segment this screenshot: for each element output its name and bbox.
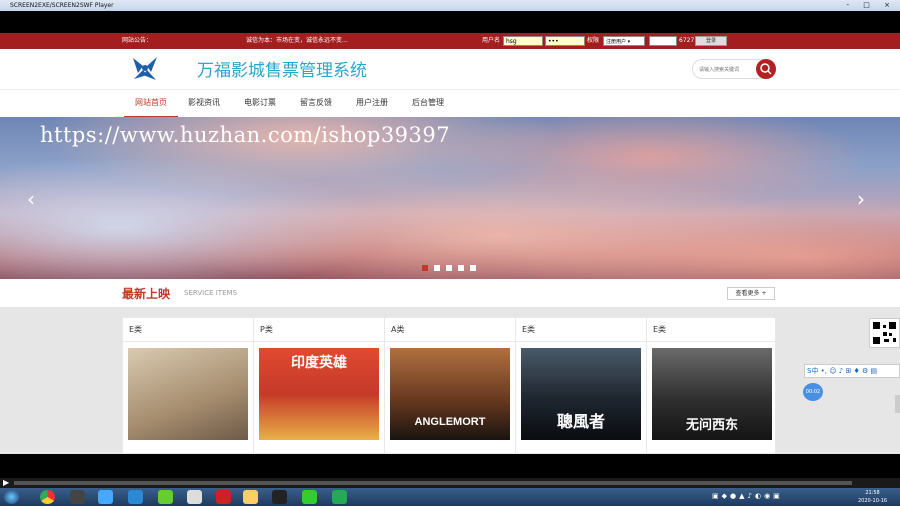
section-header: 最新上映 SERVICE ITEMS 查看更多 + [0,279,900,307]
nav-register[interactable]: 用户注册 [356,90,388,118]
player-title-bar: SCREEN2EXE/SCREEN2SWF Player - □ × [0,0,900,11]
app-icon[interactable] [332,490,347,504]
login-button[interactable]: 登录 [695,36,727,46]
watermark-text: https://www.huzhan.com/ishop39397 [40,123,451,147]
flash-icon[interactable] [216,490,231,504]
qr-code[interactable] [869,318,900,348]
password-input[interactable] [545,36,585,46]
clock-time: 21:58 [865,490,880,496]
logo-icon [133,57,157,80]
movie-card[interactable]: P类 印度英雄 [254,318,385,454]
movie-poster[interactable]: 印度英雄 [259,348,379,440]
username-label: 用户名 [482,37,501,44]
poster-title: 聰風者 [556,412,605,431]
movie-card[interactable]: E类 聰風者 [516,318,647,454]
nav-home[interactable]: 网站首页 [124,90,178,118]
notice-bar: 网站公告： 诚信为本：市场在变，诚信永远不变... 用户名 权限 注册用户 ▾ … [0,33,900,49]
player-controls: ▶ [0,478,900,488]
nav-booking[interactable]: 电影订票 [244,90,276,118]
banner-dot[interactable] [434,265,440,271]
website-viewport: 网站公告： 诚信为本：市场在变，诚信永远不变... 用户名 权限 注册用户 ▾ … [0,33,900,454]
ime-toolbar[interactable]: S中 •, ☺ ♪ ⊞ ♦ ⚙ ▤ [804,364,900,378]
poster-title: ANGLEMORT [414,416,486,428]
poster-title: 印度英雄 [291,355,347,371]
banner-dot[interactable] [458,265,464,271]
search-input[interactable] [699,64,755,75]
search-icon [760,63,772,75]
scrollbar[interactable] [895,395,900,413]
notice-scroll-text: 诚信为本：市场在变，诚信永远不变... [246,37,348,44]
main-nav: 网站首页 影视资讯 电影订票 留言反馈 用户注册 后台管理 [0,89,900,118]
movie-card[interactable]: E类 无问西东 [647,318,778,454]
banner-prev-button[interactable]: ‹ [27,187,35,211]
card-category: E类 [522,325,536,334]
qq-icon[interactable] [272,490,287,504]
movie-poster[interactable] [128,348,248,440]
wechat-icon[interactable] [302,490,317,504]
hero-banner: https://www.huzhan.com/ishop39397 ‹ › [0,117,900,279]
movie-poster[interactable]: ANGLEMORT [390,348,510,440]
banner-next-button[interactable]: › [857,187,865,211]
folder-icon[interactable] [243,490,258,504]
app-icon[interactable] [70,490,85,504]
banner-dot[interactable] [470,265,476,271]
username-input[interactable] [503,36,543,46]
chrome-icon[interactable] [40,490,55,504]
notice-label: 网站公告： [122,37,153,44]
card-category: P类 [260,325,273,334]
progress-track[interactable] [14,481,852,485]
section-subtitle: SERVICE ITEMS [184,289,237,297]
movie-card[interactable]: A类 ANGLEMORT [385,318,516,454]
captcha-input[interactable] [649,36,677,46]
nav-feedback[interactable]: 留言反馈 [300,90,332,118]
card-category: A类 [391,325,405,334]
start-icon[interactable] [4,490,19,504]
taskbar: ▣◆●▲♪◐◉▣ 21:58 2020-10-16 [0,488,900,506]
app-icon[interactable] [128,490,143,504]
section-title: 最新上映 [122,287,171,301]
movie-poster[interactable]: 聰風者 [521,348,641,440]
banner-dot[interactable] [446,265,452,271]
nav-news[interactable]: 影视资讯 [188,90,220,118]
banner-dot[interactable] [422,265,428,271]
poster-title: 无问西东 [685,418,738,433]
site-header: 万福影城售票管理系统 [0,49,900,89]
view-more-button[interactable]: 查看更多 + [727,287,775,300]
window-controls[interactable]: - □ × [847,0,896,11]
qr-code-icon [873,322,896,344]
movie-poster[interactable]: 无问西东 [652,348,772,440]
app-icon[interactable] [98,490,113,504]
movie-card[interactable]: E类 [123,318,254,454]
nav-admin[interactable]: 后台管理 [412,90,444,118]
role-select[interactable]: 注册用户 ▾ [603,36,645,46]
search-box [692,59,776,79]
play-icon[interactable]: ▶ [3,478,9,488]
app-icon[interactable] [187,490,202,504]
movie-cards: E类 P类 印度英雄 A类 ANGLEMORT E类 聰風者 E类 无问西东 [122,317,778,454]
floating-timer[interactable]: 00:02 [803,383,823,401]
clock-date: 2020-10-16 [858,498,888,504]
site-title: 万福影城售票管理系统 [197,61,367,81]
search-button[interactable] [756,59,776,79]
clock[interactable]: 21:58 2020-10-16 [858,489,887,505]
card-category: E类 [129,325,143,334]
app-icon[interactable] [158,490,173,504]
role-label: 权限 [587,37,600,44]
player-title: SCREEN2EXE/SCREEN2SWF Player [10,2,114,9]
system-tray[interactable]: ▣◆●▲♪◐◉▣ [712,492,783,500]
card-category: E类 [653,325,667,334]
captcha-code: 6727 [679,37,695,44]
